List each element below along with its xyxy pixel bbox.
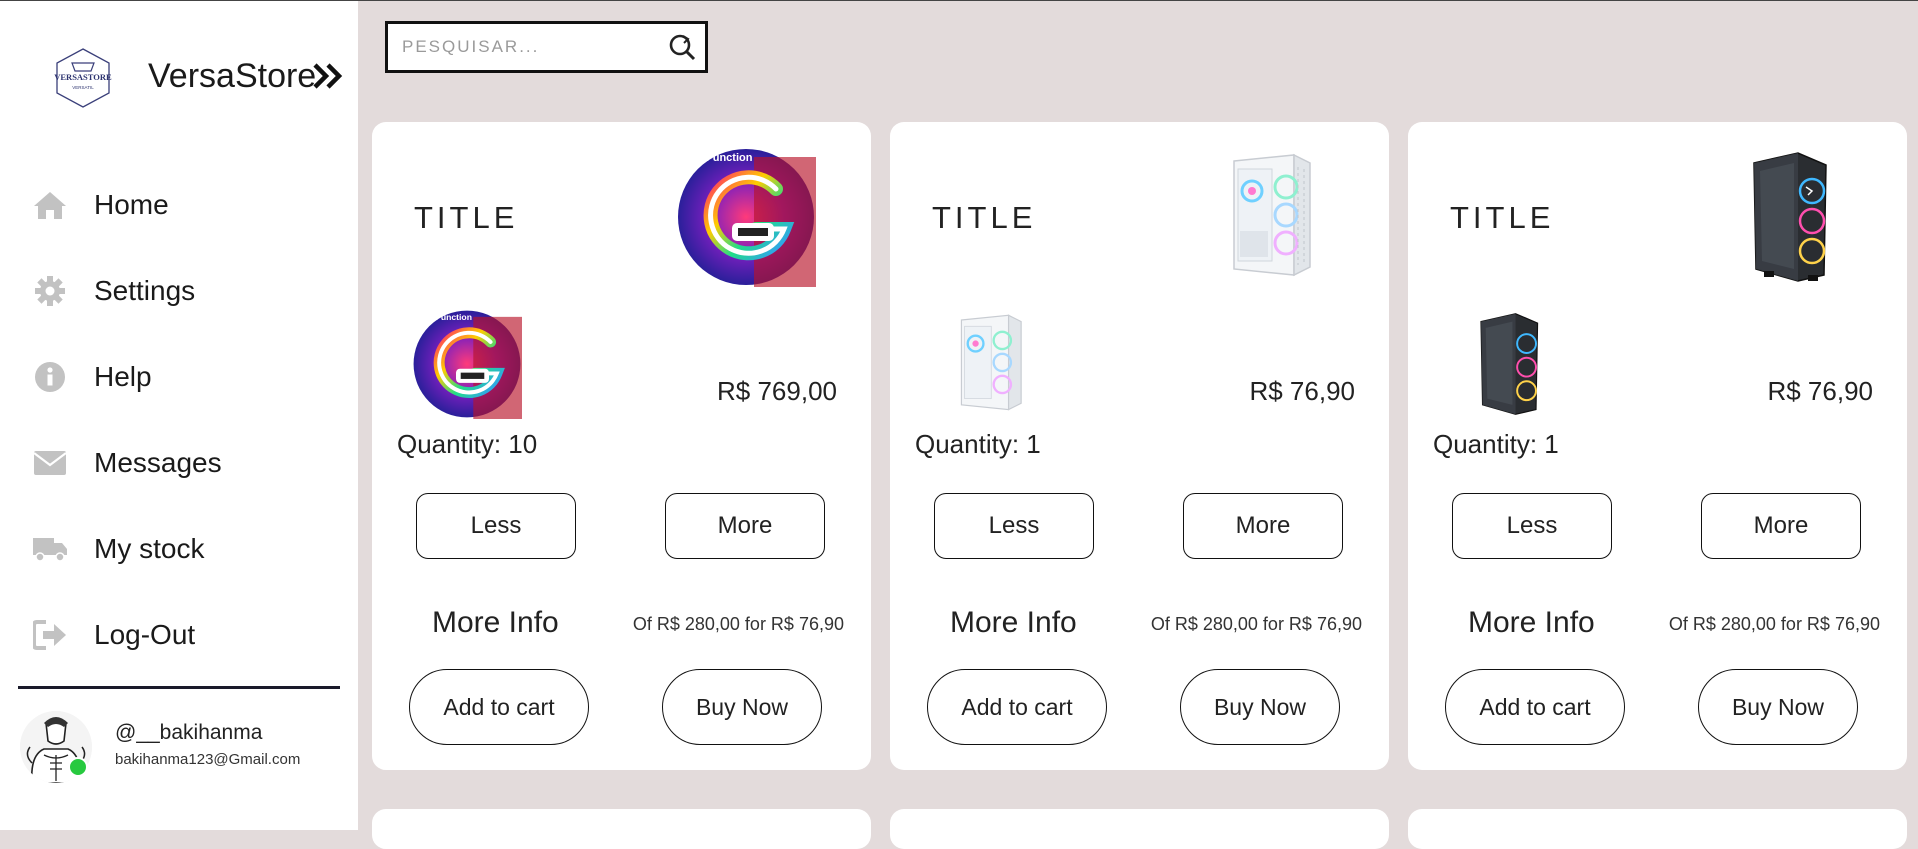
product-thumbnail[interactable]: Function [412, 309, 522, 419]
username: @__bakihanma [115, 721, 263, 744]
sidebar-item-messages[interactable]: Messages [32, 435, 332, 491]
sidebar-item-label: Settings [94, 275, 196, 306]
product-image[interactable] [1194, 147, 1334, 287]
add-to-cart-button[interactable]: Add to cart [1445, 669, 1625, 745]
svg-text:Function: Function [706, 152, 753, 164]
add-to-cart-button[interactable]: Add to cart [409, 669, 589, 745]
product-quantity: Quantity: 1 [1433, 429, 1559, 459]
product-image[interactable] [1712, 147, 1852, 287]
brand-name: VersaStore [148, 57, 317, 95]
versastore-logo[interactable]: VERSASTORE VERSATIL [48, 43, 118, 113]
product-card-partial [890, 809, 1389, 849]
more-button[interactable]: More [665, 493, 825, 559]
buy-now-button[interactable]: Buy Now [1698, 669, 1858, 745]
less-button[interactable]: Less [416, 493, 576, 559]
user-profile[interactable]: @__bakihanma bakihanma123@Gmail.com [20, 707, 350, 787]
product-price: R$ 769,00 [717, 376, 837, 406]
less-button[interactable]: Less [1452, 493, 1612, 559]
less-button[interactable]: Less [934, 493, 1094, 559]
search-input[interactable] [402, 37, 657, 57]
product-price: R$ 76,90 [1249, 376, 1355, 406]
envelope-icon [32, 445, 68, 481]
more-info-link[interactable]: More Info [950, 606, 1077, 640]
sidebar-item-label: Log-Out [94, 619, 196, 650]
brand[interactable]: VERSASTORE VERSATIL VersaStore [48, 43, 343, 113]
gear-icon [32, 273, 68, 309]
product-thumbnail[interactable] [1448, 309, 1558, 419]
more-button[interactable]: More [1183, 493, 1343, 559]
sidebar-item-label: My stock [94, 533, 205, 564]
product-card-partial [372, 809, 871, 849]
product-title: TITLE [414, 200, 519, 235]
more-info-link[interactable]: More Info [432, 606, 559, 640]
product-quantity: Quantity: 1 [915, 429, 1041, 459]
home-icon [32, 187, 68, 223]
sidebar-item-log-out[interactable]: Log-Out [32, 607, 332, 663]
sidebar-item-label: Help [94, 361, 152, 392]
product-image[interactable]: Function [676, 147, 816, 287]
sidebar-item-my-stock[interactable]: My stock [32, 521, 332, 577]
svg-text:VERSATIL: VERSATIL [72, 85, 94, 90]
product-title: TITLE [932, 200, 1037, 235]
more-button[interactable]: More [1701, 493, 1861, 559]
sidebar-divider [18, 686, 340, 689]
add-to-cart-button[interactable]: Add to cart [927, 669, 1107, 745]
offer-text: Of R$ 280,00 for R$ 76,90 [632, 614, 844, 634]
product-card-partial [1408, 809, 1907, 849]
buy-now-button[interactable]: Buy Now [662, 669, 822, 745]
truck-icon [32, 531, 68, 567]
sidebar-item-label: Home [94, 189, 169, 220]
logout-icon [32, 617, 68, 653]
sidebar: VERSASTORE VERSATIL VersaStore Home Sett… [0, 1, 358, 830]
sidebar-item-help[interactable]: Help [32, 349, 332, 405]
buy-now-button[interactable]: Buy Now [1180, 669, 1340, 745]
sidebar-item-label: Messages [94, 447, 222, 478]
product-card: TITLE Function Function R$ 769,00 Quanti… [372, 122, 871, 770]
search-icon[interactable] [667, 32, 697, 62]
search-bar [385, 21, 708, 73]
svg-text:VERSASTORE: VERSASTORE [54, 72, 112, 82]
more-info-link[interactable]: More Info [1468, 606, 1595, 640]
product-title: TITLE [1450, 200, 1555, 235]
sidebar-item-settings[interactable]: Settings [32, 263, 332, 319]
double-chevron-right-icon[interactable] [310, 61, 346, 91]
sidebar-item-home[interactable]: Home [32, 177, 332, 233]
product-quantity: Quantity: 10 [397, 429, 538, 459]
product-card: TITLE R$ 76,90 Quantity: 1 Less More Mor… [1408, 122, 1907, 770]
svg-text:Function: Function [436, 312, 472, 322]
product-thumbnail[interactable] [930, 309, 1040, 419]
product-price: R$ 76,90 [1767, 376, 1873, 406]
user-email: bakihanma123@Gmail.com [115, 751, 301, 768]
product-card: TITLE R$ 76,90 Quantity: 1 Less More Mor… [890, 122, 1389, 770]
offer-text: Of R$ 280,00 for R$ 76,90 [1150, 614, 1362, 634]
online-status-indicator [68, 757, 88, 777]
info-icon [32, 359, 68, 395]
offer-text: Of R$ 280,00 for R$ 76,90 [1668, 614, 1880, 634]
